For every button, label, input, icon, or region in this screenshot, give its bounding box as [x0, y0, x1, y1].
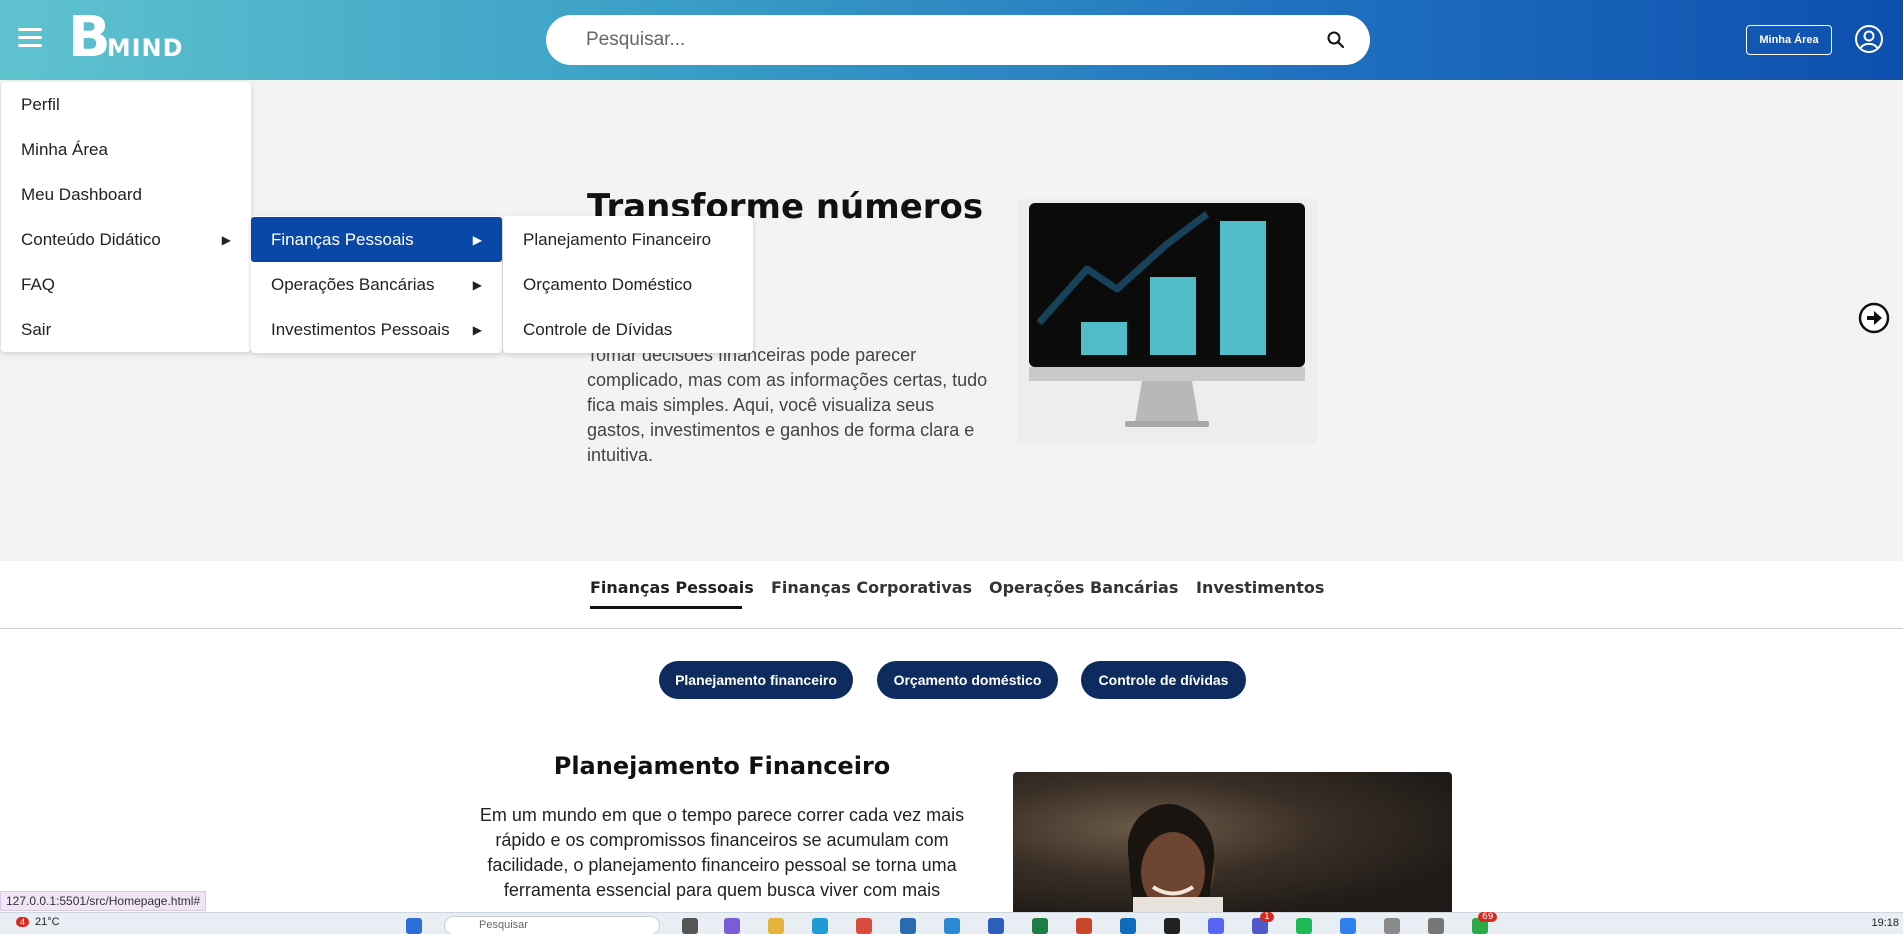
store-icon[interactable] [900, 918, 916, 934]
terminal-icon[interactable] [1164, 918, 1180, 934]
hero-description: Tomar decisões financeiras pode parecer … [587, 345, 988, 465]
tab-operacoes-bancarias[interactable]: Operações Bancárias [989, 578, 1178, 597]
submenu-item-investimentos-pessoais[interactable]: Investimentos Pessoais ▶ [251, 307, 502, 352]
spotify-icon[interactable] [1296, 918, 1312, 934]
task-view-icon[interactable] [682, 918, 698, 934]
file-explorer-icon[interactable] [768, 918, 784, 934]
menu-item-sair[interactable]: Sair [1, 307, 251, 352]
search-bar [546, 15, 1370, 65]
weather-badge: 4 [16, 917, 30, 927]
submenu-item-controle-de-dividas[interactable]: Controle de Dívidas [503, 307, 753, 352]
outlook-icon[interactable] [1120, 918, 1136, 934]
temperature: 21°C [35, 916, 60, 928]
active-tab-underline [590, 606, 742, 609]
powerpoint-icon[interactable] [1076, 918, 1092, 934]
copilot-icon[interactable] [724, 918, 740, 934]
section-title: Planejamento Financeiro [553, 752, 891, 780]
submenu-financas-pessoais: Planejamento Financeiro Orçamento Domést… [503, 216, 753, 353]
teams-icon[interactable]: 1 [1252, 912, 1274, 934]
user-account-icon[interactable] [1854, 24, 1884, 54]
tab-investimentos[interactable]: Investimentos [1196, 578, 1324, 597]
submenu-conteudo-didatico: Finanças Pessoais ▶ Operações Bancárias ▶ … [251, 216, 502, 353]
chrome-profile-2-icon[interactable] [1428, 918, 1444, 934]
teams-badge: 1 [1260, 912, 1274, 922]
menu-item-perfil[interactable]: Perfil [1, 82, 251, 127]
next-arrow-icon[interactable] [1858, 302, 1890, 334]
menu-item-faq[interactable]: FAQ [1, 262, 251, 307]
taskbar-search[interactable]: Pesquisar [444, 916, 660, 934]
edge-icon[interactable] [812, 918, 828, 934]
top-header: B MIND Minha Área [0, 0, 1903, 80]
whatsapp-icon[interactable]: 69 [1472, 912, 1498, 934]
submenu-arrow-icon: ▶ [472, 277, 482, 292]
status-url: 127.0.0.1:5501/src/Homepage.html# [0, 891, 207, 911]
tab-financas-corporativas[interactable]: Finanças Corporativas [771, 578, 972, 597]
submenu-arrow-icon: ▶ [472, 232, 482, 247]
woman-photo-illustration [1127, 804, 1223, 912]
woman-photo [1013, 772, 1452, 912]
hamburger-menu-icon[interactable] [18, 28, 42, 48]
search-icon[interactable] [1326, 30, 1346, 50]
tab-financas-pessoais[interactable]: Finanças Pessoais [590, 578, 754, 597]
submenu-item-financas-pessoais[interactable]: Finanças Pessoais ▶ [251, 217, 502, 262]
security-icon[interactable] [944, 918, 960, 934]
pill-orcamento-domestico[interactable]: Orçamento doméstico [877, 661, 1058, 699]
word-icon[interactable] [988, 918, 1004, 934]
submenu-arrow-icon: ▶ [472, 322, 482, 337]
minha-area-button[interactable]: Minha Área [1746, 25, 1832, 55]
menu-item-conteudo-didatico[interactable]: Conteúdo Didático ▶ [1, 217, 251, 262]
chrome-icon[interactable] [856, 918, 872, 934]
chrome-profile-icon[interactable] [1384, 918, 1400, 934]
vscode-icon[interactable] [1340, 918, 1356, 934]
submenu-arrow-icon: ▶ [221, 232, 231, 247]
submenu-item-orcamento-domestico[interactable]: Orçamento Doméstico [503, 262, 753, 307]
bmind-logo[interactable]: B MIND [68, 10, 184, 66]
submenu-item-operacoes-bancarias[interactable]: Operações Bancárias ▶ [251, 262, 502, 307]
windows-start-icon[interactable] [406, 918, 422, 934]
discord-icon[interactable] [1208, 918, 1224, 934]
pill-planejamento-financeiro[interactable]: Planejamento financeiro [659, 661, 853, 699]
section-text: Em um mundo em que o tempo parece correr… [479, 805, 965, 900]
search-input[interactable] [586, 15, 1306, 65]
pill-controle-de-dividas[interactable]: Controle de dívidas [1081, 661, 1246, 699]
excel-icon[interactable] [1032, 918, 1048, 934]
menu-item-minha-area[interactable]: Minha Área [1, 127, 251, 172]
whatsapp-badge: 69 [1478, 912, 1498, 922]
main-dropdown-menu: Perfil Minha Área Meu Dashboard Conteúdo… [1, 82, 251, 352]
submenu-item-planejamento-financeiro[interactable]: Planejamento Financeiro [503, 217, 753, 262]
taskbar-clock[interactable]: 19:18 [1871, 917, 1899, 929]
windows-taskbar: 4 21°C Pesquisar 1 69 19:18 [0, 912, 1903, 934]
monitor-chart-illustration [1017, 199, 1317, 443]
weather-widget[interactable]: 4 21°C [16, 916, 60, 928]
menu-item-meu-dashboard[interactable]: Meu Dashboard [1, 172, 251, 217]
tabs-divider [0, 628, 1903, 629]
